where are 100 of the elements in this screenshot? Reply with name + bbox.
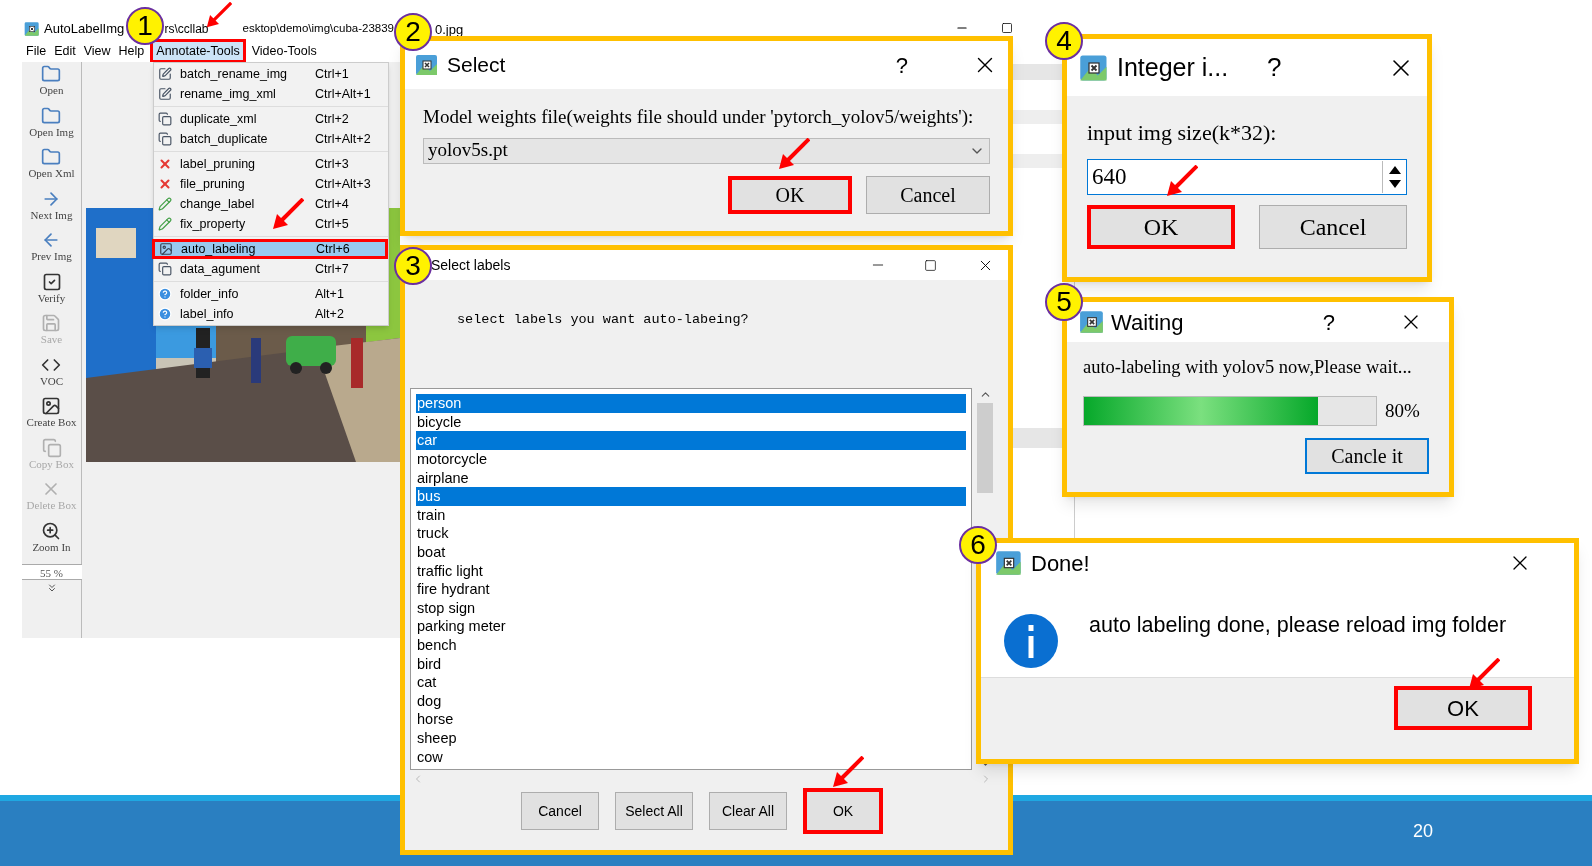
list-item[interactable]: sheep: [416, 728, 458, 748]
menu-item[interactable]: View: [79, 41, 115, 61]
toolbar-button[interactable]: Zoom In: [32, 520, 71, 562]
menu-option[interactable]: auto_labeling Ctrl+6: [152, 239, 388, 259]
list-item[interactable]: cat: [416, 673, 438, 692]
list-item[interactable]: motorcycle: [416, 450, 489, 469]
menu-option[interactable]: folder_info Alt+1: [154, 284, 388, 304]
zoom-in-icon: [41, 520, 62, 541]
slide-number: 20: [1413, 820, 1434, 843]
menu-item[interactable]: Edit: [50, 41, 80, 61]
list-item[interactable]: cow: [416, 747, 444, 767]
toolbar-button[interactable]: Verify: [37, 271, 66, 313]
copy-icon: [158, 132, 172, 146]
list-item[interactable]: boat: [416, 543, 447, 562]
help-button[interactable]: ?: [1267, 48, 1379, 87]
dialog-button[interactable]: OK: [1394, 686, 1532, 730]
pointer-arrow: [778, 138, 810, 170]
list-item[interactable]: parking meter: [416, 617, 507, 636]
toolbar-button[interactable]: Next Img: [30, 188, 73, 230]
app-icon: [1079, 309, 1105, 335]
toolbar-button[interactable]: Open: [39, 64, 64, 106]
model-dropdown[interactable]: yolov5s.pt: [423, 137, 990, 164]
dialog-button[interactable]: Select All: [615, 792, 693, 831]
dialog-button[interactable]: Cancle it: [1305, 437, 1429, 474]
dialog-title: Select labels: [431, 255, 512, 275]
checkbox-icon: [41, 271, 62, 292]
folder-icon: [41, 147, 62, 167]
dialog-button[interactable]: OK: [803, 788, 883, 835]
field-label: Model weights file(weights file should under 'pytorch_yolov5/weights'):: [423, 105, 975, 129]
list-item[interactable]: bus: [416, 487, 966, 506]
dialog-title: Waiting: [1111, 308, 1185, 337]
list-item[interactable]: dog: [416, 691, 443, 711]
menu-option[interactable]: file_pruning Ctrl+Alt+3: [154, 174, 388, 194]
menu-option[interactable]: rename_img_xml Ctrl+Alt+1: [154, 84, 388, 104]
list-item[interactable]: person: [416, 394, 966, 413]
cross-icon: [158, 177, 172, 191]
status-message: auto-labeling with yolov5 now,Please wait...: [1083, 356, 1413, 379]
help-button[interactable]: ?: [1322, 305, 1335, 339]
list-item[interactable]: traffic light: [416, 561, 484, 581]
help-button[interactable]: ?: [895, 48, 908, 82]
toolbar-button[interactable]: Prev Img: [31, 230, 72, 272]
progress-reading: 80%: [1385, 398, 1420, 423]
window-title: AutoLabelImg: [44, 20, 125, 39]
cross-icon: [158, 157, 172, 171]
list-item[interactable]: fire hydrant: [416, 580, 491, 599]
step-marker: 2: [394, 13, 432, 51]
dialog-title: Integer i...: [1117, 51, 1230, 83]
help-icon: [158, 307, 172, 321]
dialog-button[interactable]: OK: [1087, 205, 1235, 249]
menu-option[interactable]: change_label Ctrl+4: [154, 194, 388, 214]
list-item[interactable]: train: [416, 505, 447, 525]
maximize-icon[interactable]: [924, 258, 937, 272]
list-item[interactable]: bicycle: [416, 412, 463, 432]
pointer-arrow: [1166, 165, 1198, 197]
dialog-title: Done!: [1031, 549, 1091, 578]
menu-option[interactable]: label_info Alt+2: [154, 304, 388, 324]
dialog-button[interactable]: Cancel: [521, 792, 599, 831]
pencil-icon: [158, 197, 172, 211]
dialog-button[interactable]: Cancel: [1259, 205, 1407, 249]
menu-option[interactable]: label_pruning Ctrl+3: [154, 154, 388, 174]
list-item[interactable]: airplane: [416, 468, 470, 488]
dialog-button[interactable]: Cancel: [866, 175, 990, 214]
menu-item[interactable]: Video-Tools: [247, 41, 321, 61]
spin-arrows-icon[interactable]: [1387, 164, 1402, 190]
menu-item[interactable]: File: [22, 41, 51, 61]
zoom-field[interactable]: 55 %: [21, 564, 82, 580]
list-item[interactable]: car: [416, 431, 966, 451]
menu-option[interactable]: batch_duplicate Ctrl+Alt+2: [154, 129, 388, 149]
info-icon: [1003, 613, 1059, 669]
number-field[interactable]: 640: [1087, 159, 1407, 195]
maximize-icon[interactable]: [1001, 22, 1013, 34]
list-item[interactable]: horse: [416, 710, 455, 729]
edit-icon: [158, 67, 172, 81]
pointer-arrow: [832, 756, 864, 788]
folder-icon: [41, 105, 62, 126]
window-path: esktop\demo\img\cuba-23839: [242, 21, 394, 37]
app-icon: [415, 53, 439, 77]
dialog-button[interactable]: OK: [728, 175, 852, 214]
app-icon: [995, 549, 1023, 577]
menu-option[interactable]: batch_rename_img Ctrl+1: [154, 64, 388, 84]
toolbar-button[interactable]: VOC: [39, 354, 64, 396]
dialog-button[interactable]: Clear All: [709, 792, 787, 831]
field-label: input img size(k*32):: [1087, 119, 1278, 147]
menu-option[interactable]: fix_property Ctrl+5: [154, 214, 388, 234]
step-marker: 1: [126, 7, 164, 45]
pointer-arrow: [206, 2, 232, 28]
list-item[interactable]: bench: [416, 635, 458, 655]
menu-option[interactable]: duplicate_xml Ctrl+2: [154, 109, 388, 129]
toolbar-button[interactable]: Create Box: [26, 396, 77, 438]
pencil-icon: [158, 217, 172, 231]
list-item[interactable]: stop sign: [416, 598, 477, 618]
copy-icon: [158, 112, 172, 126]
list-item[interactable]: truck: [416, 524, 450, 543]
menu-option[interactable]: data_agument Ctrl+7: [154, 259, 388, 279]
toolbar-button[interactable]: Open Img: [29, 105, 74, 147]
save-icon: [41, 313, 62, 333]
list-item[interactable]: bird: [416, 654, 443, 674]
copy-icon: [41, 437, 62, 458]
pointer-arrow: [272, 198, 304, 230]
toolbar-button[interactable]: Open Xml: [28, 147, 75, 189]
